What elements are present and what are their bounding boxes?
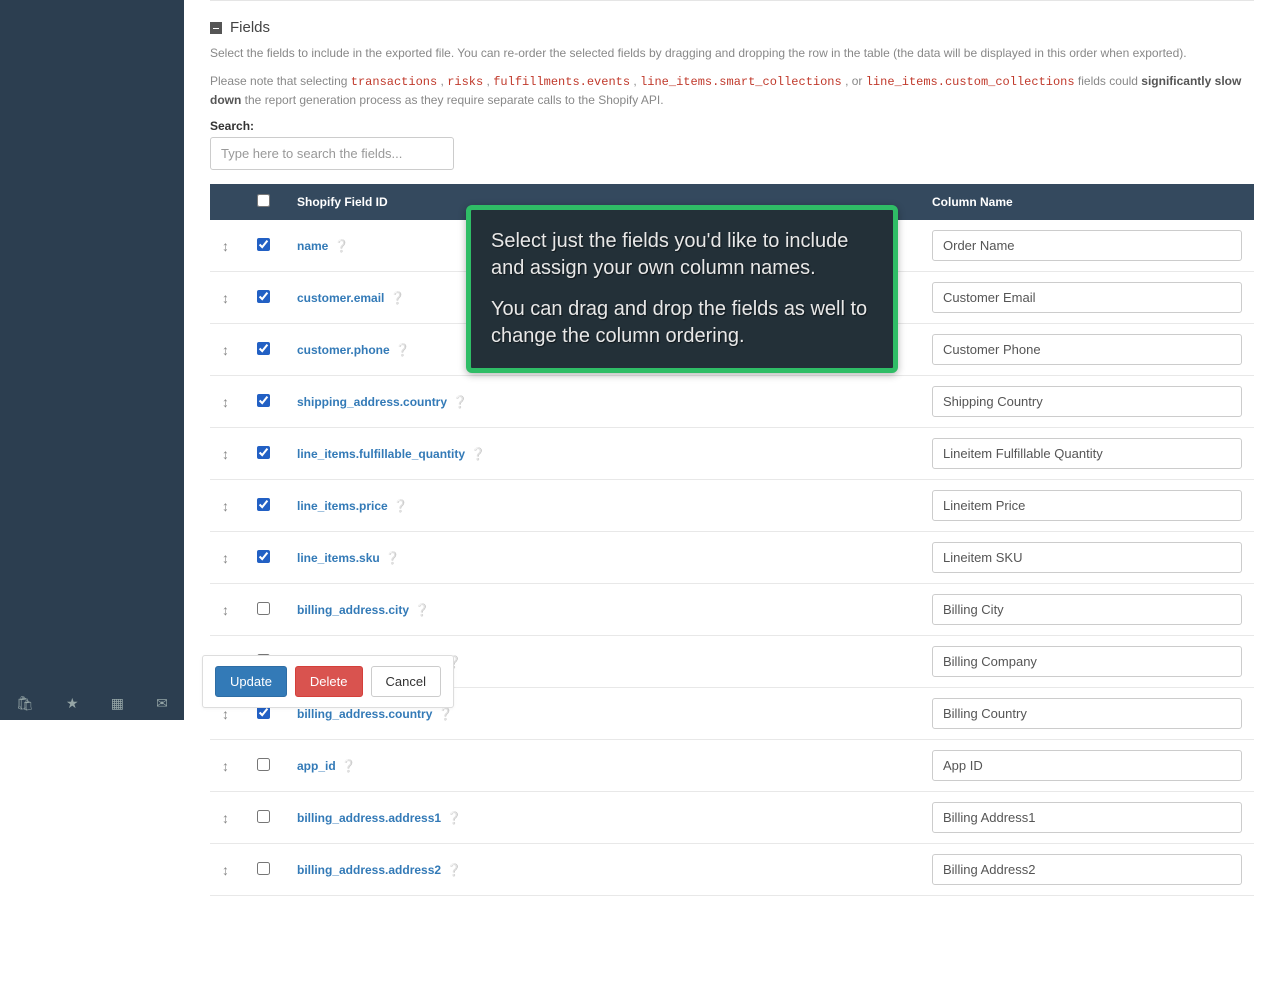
collapse-icon[interactable] [210,22,222,34]
row-checkbox[interactable] [257,810,270,823]
column-name-input[interactable] [932,334,1242,365]
help-icon[interactable]: ❔ [385,551,400,565]
drag-handle[interactable]: ↕ [210,740,241,792]
field-id-link[interactable]: billing_address.address2 [297,863,441,877]
help-icon[interactable]: ❔ [453,395,468,409]
row-checkbox[interactable] [257,550,270,563]
field-id-link[interactable]: shipping_address.country [297,395,447,409]
help-icon[interactable]: ❔ [334,239,349,253]
search-label: Search: [210,119,1254,133]
row-checkbox[interactable] [257,394,270,407]
column-name-input[interactable] [932,386,1242,417]
search-input[interactable] [210,137,454,170]
code-risks: risks [447,75,483,89]
mail-icon[interactable]: ✉ [156,695,168,712]
code-fulfillments: fulfillments.events [493,75,630,89]
bag-icon[interactable]: 🛍 [16,695,34,712]
row-checkbox[interactable] [257,342,270,355]
row-checkbox[interactable] [257,446,270,459]
drag-handle[interactable]: ↕ [210,428,241,480]
column-name-input[interactable] [932,542,1242,573]
help-icon[interactable]: ❔ [415,603,430,617]
divider [210,0,1254,1]
table-row[interactable]: ↕ billing_address.address2 ❔ [210,844,1254,896]
code-smart-collections: line_items.smart_collections [640,75,842,89]
select-all-checkbox[interactable] [257,194,270,207]
drag-handle[interactable]: ↕ [210,480,241,532]
code-custom-collections: line_items.custom_collections [866,75,1075,89]
description-line1: Select the fields to include in the expo… [210,44,1254,62]
column-name-input[interactable] [932,282,1242,313]
tutorial-callout: Select just the fields you'd like to inc… [466,205,898,373]
section-title: Fields [230,19,270,36]
field-id-link[interactable]: line_items.fulfillable_quantity [297,447,465,461]
field-id-link[interactable]: name [297,239,328,253]
field-id-link[interactable]: billing_address.country [297,707,432,721]
row-checkbox[interactable] [257,862,270,875]
column-name-input[interactable] [932,594,1242,625]
header-check [241,184,285,220]
update-button[interactable]: Update [215,666,287,697]
column-name-input[interactable] [932,230,1242,261]
main-content: Fields Select the fields to include in t… [184,0,1280,996]
drag-handle[interactable]: ↕ [210,324,241,376]
header-drag [210,184,241,220]
action-button-bar: Update Delete Cancel [202,655,454,708]
grid-icon[interactable]: ▦ [111,695,124,712]
table-row[interactable]: ↕ billing_address.city ❔ [210,584,1254,636]
help-icon[interactable]: ❔ [341,759,356,773]
sidebar-footer-icons: 🛍 ★ ▦ ✉ [0,687,184,720]
row-checkbox[interactable] [257,758,270,771]
help-icon[interactable]: ❔ [390,291,405,305]
field-id-link[interactable]: billing_address.address1 [297,811,441,825]
callout-p1: Select just the fields you'd like to inc… [491,228,873,282]
help-icon[interactable]: ❔ [395,343,410,357]
delete-button[interactable]: Delete [295,666,363,697]
table-row[interactable]: ↕ app_id ❔ [210,740,1254,792]
field-id-link[interactable]: billing_address.city [297,603,409,617]
field-id-link[interactable]: customer.phone [297,343,390,357]
drag-handle[interactable]: ↕ [210,272,241,324]
sidebar: 🛍 ★ ▦ ✉ [0,0,184,720]
callout-p2: You can drag and drop the fields as well… [491,296,873,350]
table-row[interactable]: ↕ line_items.sku ❔ [210,532,1254,584]
column-name-input[interactable] [932,750,1242,781]
help-icon[interactable]: ❔ [438,707,453,721]
table-row[interactable]: ↕ line_items.price ❔ [210,480,1254,532]
help-icon[interactable]: ❔ [447,863,462,877]
header-column-name: Column Name [920,184,1254,220]
table-row[interactable]: ↕ line_items.fulfillable_quantity ❔ [210,428,1254,480]
table-row[interactable]: ↕ billing_address.address1 ❔ [210,792,1254,844]
field-id-link[interactable]: line_items.price [297,499,388,513]
column-name-input[interactable] [932,802,1242,833]
field-id-link[interactable]: line_items.sku [297,551,380,565]
column-name-input[interactable] [932,698,1242,729]
drag-handle[interactable]: ↕ [210,532,241,584]
code-transactions: transactions [351,75,437,89]
column-name-input[interactable] [932,490,1242,521]
table-row[interactable]: ↕ shipping_address.country ❔ [210,376,1254,428]
field-id-link[interactable]: app_id [297,759,336,773]
row-checkbox[interactable] [257,602,270,615]
drag-handle[interactable]: ↕ [210,792,241,844]
cancel-button[interactable]: Cancel [371,666,441,697]
section-header: Fields [210,19,1254,36]
help-icon[interactable]: ❔ [393,499,408,513]
help-icon[interactable]: ❔ [447,811,462,825]
field-id-link[interactable]: customer.email [297,291,384,305]
drag-handle[interactable]: ↕ [210,844,241,896]
row-checkbox[interactable] [257,498,270,511]
column-name-input[interactable] [932,438,1242,469]
column-name-input[interactable] [932,646,1242,677]
star-icon[interactable]: ★ [66,695,79,712]
help-icon[interactable]: ❔ [471,447,486,461]
drag-handle[interactable]: ↕ [210,376,241,428]
drag-handle[interactable]: ↕ [210,220,241,272]
row-checkbox[interactable] [257,290,270,303]
column-name-input[interactable] [932,854,1242,885]
drag-handle[interactable]: ↕ [210,584,241,636]
description-line2: Please note that selecting transactions … [210,72,1254,109]
row-checkbox[interactable] [257,238,270,251]
